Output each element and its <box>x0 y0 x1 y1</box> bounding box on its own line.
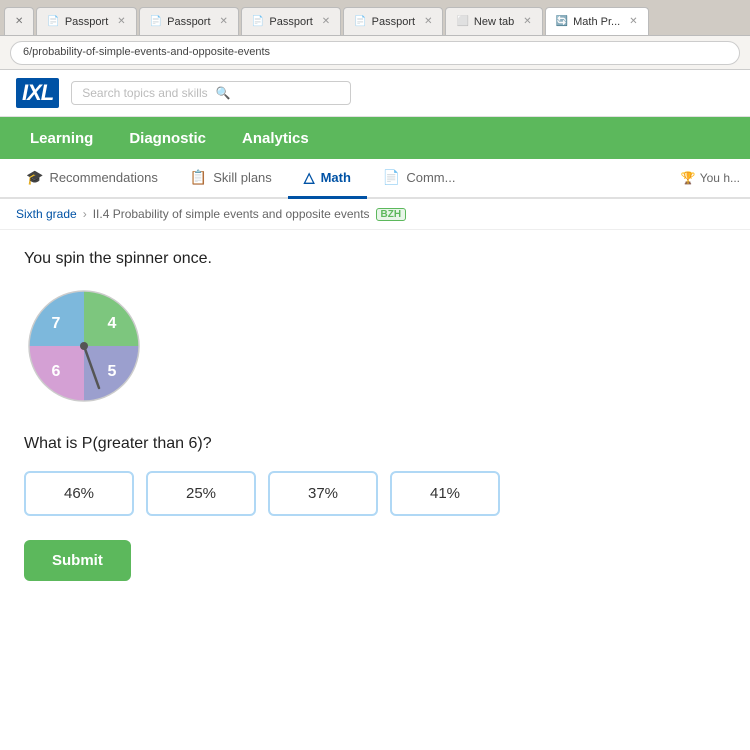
submit-button[interactable]: Submit <box>24 540 131 581</box>
address-bar: 6/probability-of-simple-events-and-oppos… <box>0 36 750 70</box>
tab-passport-2-close[interactable]: ✕ <box>220 16 228 27</box>
nav-diagnostic[interactable]: Diagnostic <box>115 122 220 155</box>
spinner-container: 7 4 5 6 <box>24 286 726 411</box>
ixl-header: IXL Search topics and skills 🔍 <box>0 70 750 117</box>
tab-passport-3-close[interactable]: ✕ <box>322 16 330 27</box>
choice-2[interactable]: 25% <box>146 471 256 516</box>
passport-icon-2: 📄 <box>150 16 162 27</box>
spinner-label-6: 6 <box>52 363 61 380</box>
tab-passport-4-close[interactable]: ✕ <box>424 16 432 27</box>
content-tab-bar: 🎓 Recommendations 📋 Skill plans △ Math 📄… <box>0 159 750 199</box>
answer-choices: 46% 25% 37% 41% <box>24 471 726 516</box>
green-nav: Learning Diagnostic Analytics <box>0 117 750 159</box>
tab-passport-2-label: Passport <box>167 16 210 28</box>
tab-passport-1-close[interactable]: ✕ <box>117 16 125 27</box>
tab-x-close[interactable]: ✕ <box>4 7 34 35</box>
browser-tabs: ✕ 📄 Passport ✕ 📄 Passport ✕ 📄 Passport ✕… <box>0 0 750 36</box>
tab-skill-plans-label: Skill plans <box>213 170 272 185</box>
tab-comm-label: Comm... <box>406 170 455 185</box>
tab-recommendations[interactable]: 🎓 Recommendations <box>10 159 174 199</box>
question-label: What is P(greater than 6)? <box>24 435 726 453</box>
trophy-icon: 🏆 <box>681 171 696 185</box>
spinner-label-7: 7 <box>52 315 61 332</box>
newtab-icon: ⬜ <box>456 16 468 27</box>
you-have-text: You h... <box>700 171 740 185</box>
tab-newtab-close[interactable]: ✕ <box>523 16 531 27</box>
tab-recommendations-label: Recommendations <box>49 170 157 185</box>
tab-newtab[interactable]: ⬜ New tab ✕ <box>445 7 542 35</box>
nav-learning[interactable]: Learning <box>16 122 107 155</box>
breadcrumb-badge: BZH <box>376 208 407 221</box>
breadcrumb-lesson: II.4 Probability of simple events and op… <box>93 207 370 221</box>
tab-math-close[interactable]: ✕ <box>629 16 637 27</box>
skill-plans-icon: 📋 <box>190 169 207 186</box>
tab-math[interactable]: △ Math <box>288 159 367 199</box>
tab-passport-1-label: Passport <box>65 16 108 28</box>
math-icon: △ <box>304 169 315 186</box>
tab-passport-3[interactable]: 📄 Passport ✕ <box>241 7 341 35</box>
search-text: Search topics and skills <box>82 86 207 100</box>
tab-icon-x: ✕ <box>15 16 23 27</box>
url-field[interactable]: 6/probability-of-simple-events-and-oppos… <box>10 41 740 65</box>
tab-comm[interactable]: 📄 Comm... <box>367 159 472 199</box>
choice-1[interactable]: 46% <box>24 471 134 516</box>
choice-4[interactable]: 41% <box>390 471 500 516</box>
breadcrumb-separator: › <box>83 207 87 221</box>
ixl-logo: IXL <box>16 78 59 108</box>
tab-math-label: Math Pr... <box>573 16 620 28</box>
spinner-svg: 7 4 5 6 <box>24 286 144 406</box>
math-tab-icon: 🔄 <box>556 16 568 27</box>
search-icon: 🔍 <box>216 86 231 100</box>
tab-math-label: Math <box>321 170 351 185</box>
passport-icon-1: 📄 <box>47 16 59 27</box>
you-have-area: 🏆 You h... <box>681 159 740 197</box>
tab-passport-2[interactable]: 📄 Passport ✕ <box>139 7 239 35</box>
breadcrumb: Sixth grade › II.4 Probability of simple… <box>0 199 750 230</box>
passport-icon-3: 📄 <box>252 16 264 27</box>
tab-passport-4-label: Passport <box>372 16 415 28</box>
tab-passport-3-label: Passport <box>269 16 312 28</box>
spinner-label-5: 5 <box>108 363 117 380</box>
spinner-center <box>80 342 88 350</box>
recommendations-icon: 🎓 <box>26 169 43 186</box>
comm-icon: 📄 <box>383 169 400 186</box>
nav-analytics[interactable]: Analytics <box>228 122 323 155</box>
tab-passport-4[interactable]: 📄 Passport ✕ <box>343 7 443 35</box>
ixl-page: IXL Search topics and skills 🔍 Learning … <box>0 70 750 750</box>
tab-passport-1[interactable]: 📄 Passport ✕ <box>36 7 136 35</box>
question-text: You spin the spinner once. <box>24 250 726 268</box>
choice-3[interactable]: 37% <box>268 471 378 516</box>
passport-icon-4: 📄 <box>354 16 366 27</box>
search-bar[interactable]: Search topics and skills 🔍 <box>71 81 351 105</box>
content-area: You spin the spinner once. <box>0 230 750 601</box>
spinner-label-4: 4 <box>108 315 117 332</box>
tab-newtab-label: New tab <box>474 16 514 28</box>
tab-skill-plans[interactable]: 📋 Skill plans <box>174 159 288 199</box>
breadcrumb-grade[interactable]: Sixth grade <box>16 207 77 221</box>
tab-math[interactable]: 🔄 Math Pr... ✕ <box>545 7 649 35</box>
